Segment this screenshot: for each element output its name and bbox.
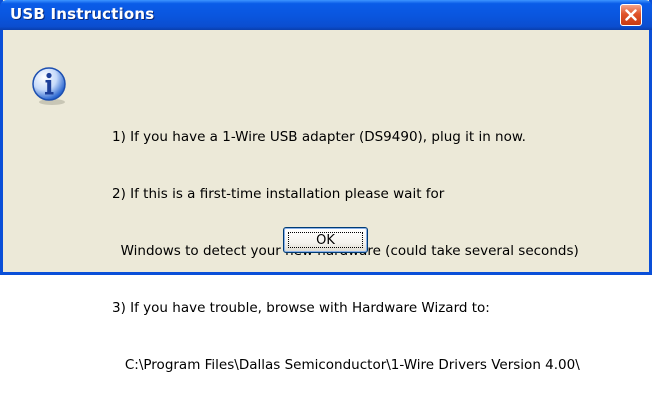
title-bar[interactable]: USB Instructions — [0, 0, 652, 30]
window-title: USB Instructions — [10, 5, 155, 23]
info-icon — [32, 67, 66, 105]
message-line: 1) If you have a 1-Wire USB adapter (DS9… — [112, 129, 526, 145]
ok-button[interactable]: OK — [283, 227, 368, 253]
close-icon — [625, 9, 637, 21]
message-line: C:\Program Files\Dallas Semiconductor\1-… — [112, 357, 580, 373]
close-button[interactable] — [620, 4, 642, 26]
usb-instructions-dialog: USB Instructions 1) If you have a 1-Wire… — [0, 0, 652, 373]
message-line: 2) If this is a first-time installation … — [112, 186, 445, 202]
ok-button-label: OK — [316, 233, 335, 248]
message-line: 3) If you have trouble, browse with Hard… — [112, 300, 490, 316]
